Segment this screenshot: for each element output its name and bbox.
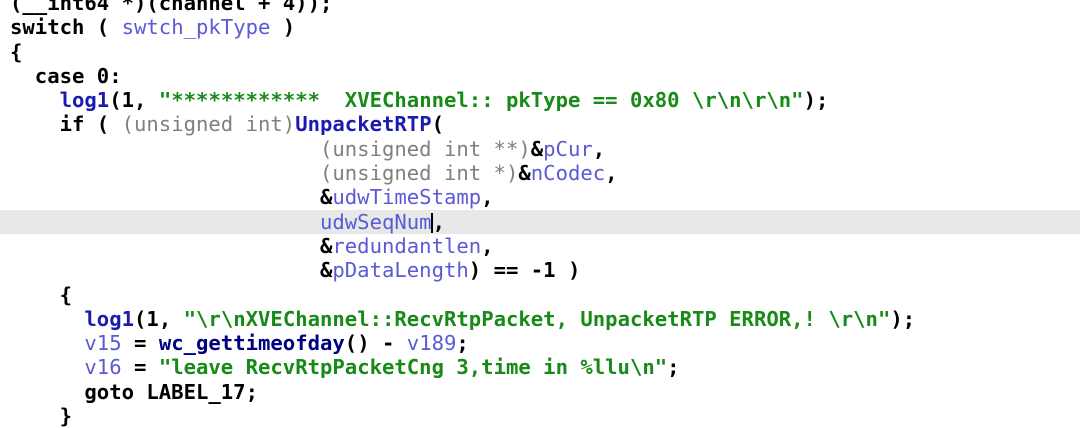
code-token: & (530, 136, 544, 161)
code-line[interactable]: v15 = wc_gettimeofday() - v189; (0, 331, 1080, 355)
code-editor[interactable]: (__int64 *)(channel + 4)); switch ( swtch… (0, 0, 1080, 428)
code-token: (1, (109, 88, 159, 113)
code-line[interactable]: (unsigned int **)&pCur, (0, 137, 1080, 161)
code-line[interactable]: { (0, 40, 1080, 64)
code-token: udwSeqNum (319, 209, 432, 234)
code-token: v16 (84, 355, 122, 380)
code-line[interactable]: if ( (unsigned int)UnpacketRTP( (0, 112, 1080, 136)
code-token: & (518, 161, 531, 186)
code-line[interactable]: } (0, 404, 1080, 428)
code-token: ; (456, 331, 469, 356)
code-token: ; (667, 355, 680, 380)
code-line[interactable]: { (0, 283, 1080, 307)
code-token: = (121, 355, 159, 380)
code-token: switch (10, 15, 85, 40)
code-token: , (481, 185, 494, 210)
code-token: ( (84, 112, 122, 137)
code-token: v15 (84, 331, 122, 356)
code-token: ( (431, 112, 444, 137)
code-line[interactable]: log1(1, "\r\nXVEChannel::RecvRtpPacket, … (0, 307, 1080, 331)
code-token: ); (890, 306, 916, 331)
code-token: UnpacketRTP (295, 112, 432, 137)
code-token: = (121, 331, 159, 356)
code-token: (unsigned int) (121, 112, 296, 137)
code-token: "leave RecvRtpPacketCng 3,time in %llu\n… (158, 355, 668, 380)
code-line[interactable]: &pDataLength) == -1 ) (0, 258, 1080, 282)
code-token: nCodec (530, 161, 606, 186)
code-token: "\r\nXVEChannel::RecvRtpPacket, Unpacket… (183, 306, 891, 331)
code-token: wc_gettimeofday (158, 331, 345, 356)
code-token: ( (84, 15, 122, 40)
code-token: , (481, 233, 494, 258)
code-token: (unsigned int **) (319, 136, 531, 161)
code-token: pDataLength (332, 258, 469, 283)
code-token: , (605, 161, 618, 186)
code-token: { (10, 282, 72, 307)
code-token: () - (344, 331, 407, 356)
code-line[interactable]: case 0: (0, 64, 1080, 88)
code-line[interactable]: (__int64 *)(channel + 4)); (0, 0, 1080, 15)
code-token: } (10, 404, 72, 428)
code-token: redundantlen (332, 233, 482, 258)
code-token: pCur (543, 136, 593, 161)
code-token: (unsigned int *) (319, 161, 519, 186)
code-token: , (592, 136, 606, 161)
code-line[interactable]: log1(1, "************ XVEChannel:: pkTyp… (0, 88, 1080, 112)
code-token: (__int64 *)(channel + 4)); (10, 0, 333, 15)
code-token: & (319, 185, 333, 210)
code-line[interactable]: &redundantlen, (0, 234, 1080, 258)
code-line[interactable]: (unsigned int *)&nCodec, (0, 161, 1080, 185)
code-token: { (10, 39, 23, 64)
code-token: (1, (134, 306, 184, 331)
code-token: goto LABEL_17; (10, 379, 258, 404)
code-token: swtch_pkType (121, 15, 271, 40)
code-token: log1 (59, 88, 110, 113)
code-token: ); (803, 88, 829, 113)
code-token: & (319, 258, 333, 283)
code-line[interactable]: udwSeqNum, (0, 209, 1080, 234)
code-token: "************ XVEChannel:: pkType == 0x8… (158, 88, 804, 113)
code-token: udwTimeStamp (332, 185, 482, 210)
code-line[interactable]: &udwTimeStamp, (0, 185, 1080, 209)
code-line[interactable]: v16 = "leave RecvRtpPacketCng 3,time in … (0, 355, 1080, 379)
code-line[interactable]: switch ( swtch_pkType ) (0, 15, 1080, 39)
code-token: ) (270, 15, 296, 40)
code-token: & (319, 233, 333, 258)
code-token: v189 (406, 331, 457, 356)
code-token: , (432, 209, 445, 234)
code-line[interactable]: goto LABEL_17; (0, 380, 1080, 404)
code-token: ) == -1 ) (468, 258, 581, 283)
code-token: if (10, 112, 85, 137)
code-token: log1 (84, 306, 135, 331)
code-token: case 0: (10, 63, 122, 88)
